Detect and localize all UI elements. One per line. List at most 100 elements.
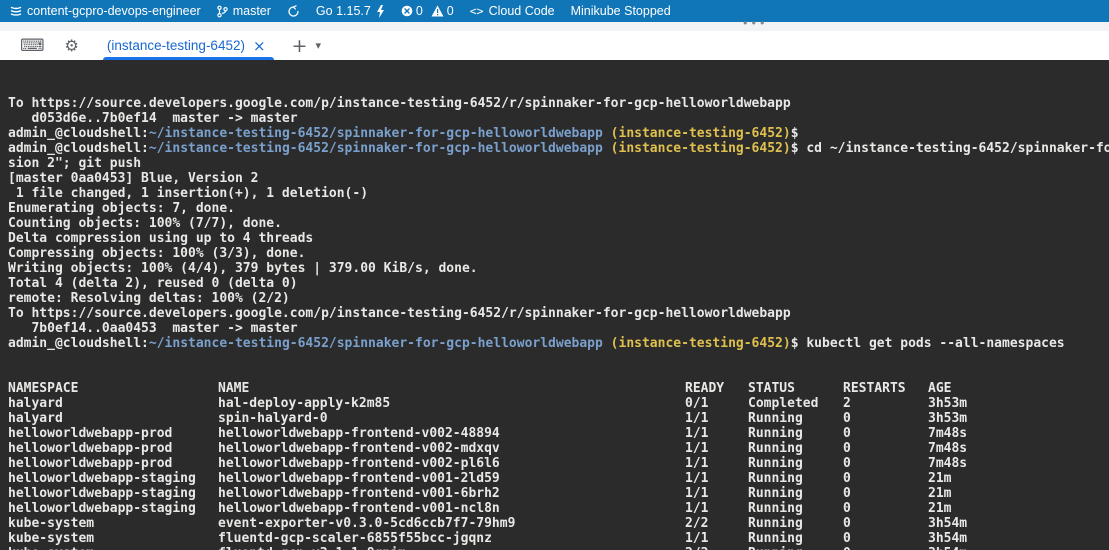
errors-group: 0: [401, 4, 423, 18]
pods-cell: Running: [748, 441, 843, 456]
pods-cell: 0: [843, 501, 928, 516]
pods-cell: 0: [843, 516, 928, 531]
project-name: content-gcpro-devops-engineer: [27, 4, 201, 18]
pods-cell: kube-system: [8, 516, 218, 531]
terminal-tab-bar: ⌨ ⚙ (instance-testing-6452) × + ▾: [0, 31, 1109, 60]
pods-table-row: helloworldwebapp-prodhelloworldwebapp-fr…: [8, 441, 1109, 456]
pods-cell: helloworldwebapp-staging: [8, 501, 218, 516]
pods-header-cell: RESTARTS: [843, 381, 928, 396]
pods-cell: helloworldwebapp-frontend-v001-2ld59: [218, 471, 685, 486]
pods-cell: 2: [843, 396, 928, 411]
pods-cell: 2/2: [685, 546, 748, 550]
pods-table-row: helloworldwebapp-prodhelloworldwebapp-fr…: [8, 456, 1109, 471]
error-icon: [401, 5, 413, 17]
new-terminal-tab-button[interactable]: +: [292, 35, 308, 57]
terminal-line: 1 file changed, 1 insertion(+), 1 deleti…: [8, 186, 1109, 201]
status-bar: content-gcpro-devops-engineer master Go …: [0, 0, 1109, 22]
pods-cell: helloworldwebapp-frontend-v002-pl6l6: [218, 456, 685, 471]
terminal-line: remote: Resolving deltas: 100% (2/2): [8, 291, 1109, 306]
pods-cell: 1/1: [685, 486, 748, 501]
pods-cell: kube-system: [8, 531, 218, 546]
pods-cell: 1/1: [685, 456, 748, 471]
project-indicator[interactable]: content-gcpro-devops-engineer: [10, 4, 201, 18]
pods-cell: 3h54m: [928, 531, 967, 546]
sync-icon: [287, 5, 300, 18]
panel-divider: •••: [0, 22, 1109, 31]
warning-count: 0: [447, 4, 454, 18]
terminal-lines: To https://source.developers.google.com/…: [8, 96, 1109, 351]
pods-table-row: helloworldwebapp-staginghelloworldwebapp…: [8, 486, 1109, 501]
terminal-line: sion 2"; git push: [8, 156, 1109, 171]
pods-cell: 0/1: [685, 396, 748, 411]
terminal-line: d053d6e..7b0ef14 master -> master: [8, 111, 1109, 126]
terminal-line: Writing objects: 100% (4/4), 379 bytes |…: [8, 261, 1109, 276]
terminal-line: Enumerating objects: 7, done.: [8, 201, 1109, 216]
pods-header-row: NAMESPACENAMEREADYSTATUSRESTARTSAGE: [8, 381, 1109, 396]
pods-cell: Running: [748, 471, 843, 486]
terminal-line: Counting objects: 100% (7/7), done.: [8, 216, 1109, 231]
pods-table-row: halyardhal-deploy-apply-k2m850/1Complete…: [8, 396, 1109, 411]
pods-cell: 0: [843, 486, 928, 501]
pods-cell: helloworldwebapp-staging: [8, 486, 218, 501]
pods-cell: 21m: [928, 501, 951, 516]
panel-drag-handle-icon[interactable]: •••: [742, 18, 767, 29]
pods-cell: 0: [843, 471, 928, 486]
pods-cell: helloworldwebapp-staging: [8, 471, 218, 486]
new-tab-chevron-down-icon[interactable]: ▾: [315, 39, 321, 52]
pods-cell: Running: [748, 456, 843, 471]
pods-cell: helloworldwebapp-frontend-v001-ncl8n: [218, 501, 685, 516]
pods-cell: 0: [843, 456, 928, 471]
git-branch-indicator[interactable]: master: [217, 4, 271, 18]
terminal-line: Total 4 (delta 2), reused 0 (delta 0): [8, 276, 1109, 291]
pods-cell: helloworldwebapp-frontend-v002-mdxqv: [218, 441, 685, 456]
go-version-indicator[interactable]: Go 1.15.7: [316, 4, 385, 18]
pods-cell: 0: [843, 426, 928, 441]
cloud-code-indicator[interactable]: <> Cloud Code: [470, 4, 555, 18]
warnings-group: 0: [431, 4, 454, 18]
pods-cell: 2/2: [685, 516, 748, 531]
terminal-output[interactable]: To https://source.developers.google.com/…: [0, 60, 1109, 550]
pods-cell: event-exporter-v0.3.0-5cd6ccb7f7-79hm9: [218, 516, 685, 531]
lightning-icon: [376, 5, 385, 18]
terminal-settings-gear-icon[interactable]: ⚙: [65, 36, 79, 55]
tab-close-icon[interactable]: ×: [253, 37, 266, 55]
terminal-line: admin_@cloudshell:~/instance-testing-645…: [8, 141, 1109, 156]
terminal-line: 7b0ef14..0aa0453 master -> master: [8, 321, 1109, 336]
pods-cell: 7m48s: [928, 441, 967, 456]
pods-cell: 21m: [928, 471, 951, 486]
minikube-indicator[interactable]: Minikube Stopped: [571, 4, 671, 18]
pods-cell: 0: [843, 441, 928, 456]
pods-cell: kube-system: [8, 546, 218, 550]
pods-table-row: helloworldwebapp-staginghelloworldwebapp…: [8, 501, 1109, 516]
pods-cell: halyard: [8, 411, 218, 426]
pods-cell: 7m48s: [928, 426, 967, 441]
pods-table-row: halyardspin-halyard-01/1Running03h53m: [8, 411, 1109, 426]
pods-header-cell: NAMESPACE: [8, 381, 218, 396]
cloud-code-label: Cloud Code: [489, 4, 555, 18]
terminal-tab-instance-testing-6452[interactable]: (instance-testing-6452) ×: [105, 31, 276, 60]
warning-icon: [431, 5, 444, 17]
sync-button[interactable]: [287, 5, 300, 18]
keyboard-icon[interactable]: ⌨: [20, 36, 45, 56]
pods-cell: hal-deploy-apply-k2m85: [218, 396, 685, 411]
pods-cell: helloworldwebapp-frontend-v002-48894: [218, 426, 685, 441]
pods-table-row: kube-systemfluentd-gcp-v3.1.1-8gnjm2/2Ru…: [8, 546, 1109, 550]
active-tab-underline: [103, 57, 274, 60]
pods-cell: 0: [843, 546, 928, 550]
error-count: 0: [416, 4, 423, 18]
pods-cell: 3h54m: [928, 516, 967, 531]
terminal-line: admin_@cloudshell:~/instance-testing-645…: [8, 126, 1109, 141]
problems-indicator[interactable]: 0 0: [401, 4, 454, 18]
pods-cell: Running: [748, 486, 843, 501]
git-branch-icon: [217, 5, 228, 18]
minikube-status: Minikube Stopped: [571, 4, 671, 18]
pods-cell: Completed: [748, 396, 843, 411]
pods-table: NAMESPACENAMEREADYSTATUSRESTARTSAGEhalya…: [8, 381, 1109, 550]
pods-cell: Running: [748, 531, 843, 546]
pods-table-row: helloworldwebapp-staginghelloworldwebapp…: [8, 471, 1109, 486]
pods-header-cell: READY: [685, 381, 748, 396]
pods-cell: 1/1: [685, 531, 748, 546]
pods-cell: 0: [843, 411, 928, 426]
pods-cell: Running: [748, 516, 843, 531]
pods-cell: 3h53m: [928, 396, 967, 411]
